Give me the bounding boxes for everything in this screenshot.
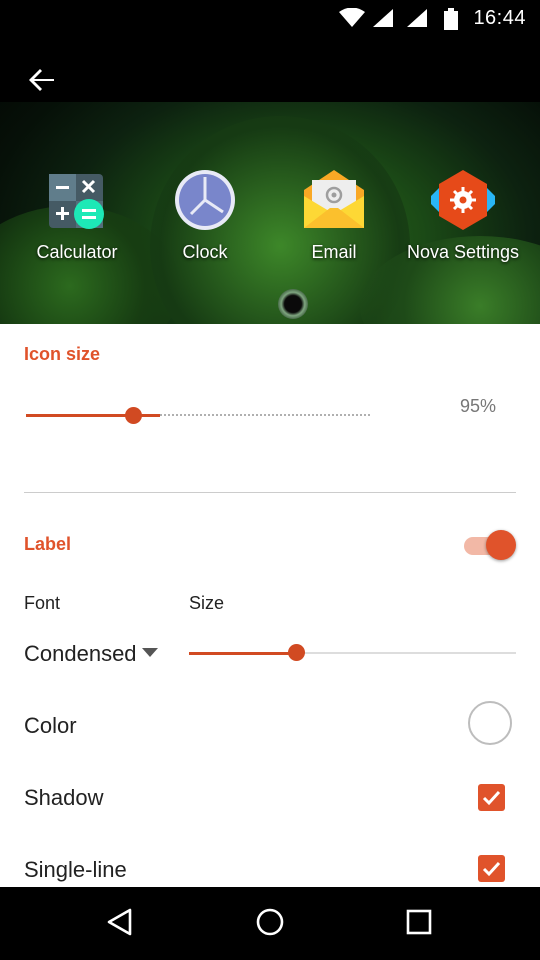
email-icon (302, 168, 366, 232)
single-line-label: Single-line (24, 857, 127, 882)
slider-track-dotted (160, 414, 370, 416)
toolbar-background (0, 36, 540, 102)
app-label: Nova Settings (406, 242, 520, 262)
wifi-icon (339, 8, 365, 27)
wallpaper-eye (278, 289, 308, 319)
calculator-icon (45, 168, 109, 232)
app-preview-calculator: Calculator (12, 164, 142, 263)
cell-signal-icon (407, 9, 427, 27)
app-preview-nova-settings: Nova Settings (398, 164, 528, 263)
wallpaper-preview: Calculator Clock Email Nova Settings (0, 36, 540, 324)
checkmark-icon (482, 790, 501, 806)
single-line-checkbox[interactable] (478, 855, 505, 882)
slider-thumb[interactable] (288, 644, 305, 661)
app-label: Calculator (36, 242, 118, 262)
color-label: Color (24, 713, 77, 738)
back-triangle-icon[interactable] (106, 907, 134, 937)
color-picker[interactable] (468, 701, 512, 745)
toggle-knob (486, 530, 516, 560)
chevron-down-icon (142, 648, 158, 657)
font-dropdown-value: Condensed (24, 641, 137, 666)
nova-settings-icon (431, 168, 495, 232)
icon-size-value: 95% (460, 396, 497, 416)
checkmark-icon (482, 861, 501, 877)
battery-icon (444, 8, 458, 30)
app-preview-email: Email (269, 164, 399, 263)
navigation-bar (0, 887, 540, 960)
slider-thumb[interactable] (125, 407, 142, 424)
cell-signal-icon (373, 9, 393, 27)
shadow-label: Shadow (24, 785, 104, 810)
home-circle-icon[interactable] (255, 907, 285, 937)
font-label: Font (24, 593, 61, 613)
status-time: 16:44 (473, 7, 526, 29)
app-preview-row: Calculator Clock Email Nova Settings (0, 164, 540, 284)
size-label: Size (189, 593, 225, 613)
clock-icon (173, 168, 237, 232)
recents-square-icon[interactable] (406, 907, 432, 937)
label-toggle[interactable] (462, 528, 518, 560)
divider (24, 492, 516, 493)
settings-panel: Icon size 95% Label Font Size Condensed … (0, 324, 540, 887)
slider-track-inactive (297, 652, 516, 654)
status-bar: 16:44 (0, 0, 540, 36)
label-title: Label (24, 534, 72, 554)
app-label: Email (311, 242, 357, 262)
app-preview-clock: Clock (140, 164, 270, 263)
arrow-back-icon[interactable] (26, 64, 58, 96)
shadow-checkbox[interactable] (478, 784, 505, 811)
slider-track-active (189, 652, 297, 655)
icon-size-title: Icon size (24, 344, 101, 364)
app-label: Clock (182, 242, 228, 262)
